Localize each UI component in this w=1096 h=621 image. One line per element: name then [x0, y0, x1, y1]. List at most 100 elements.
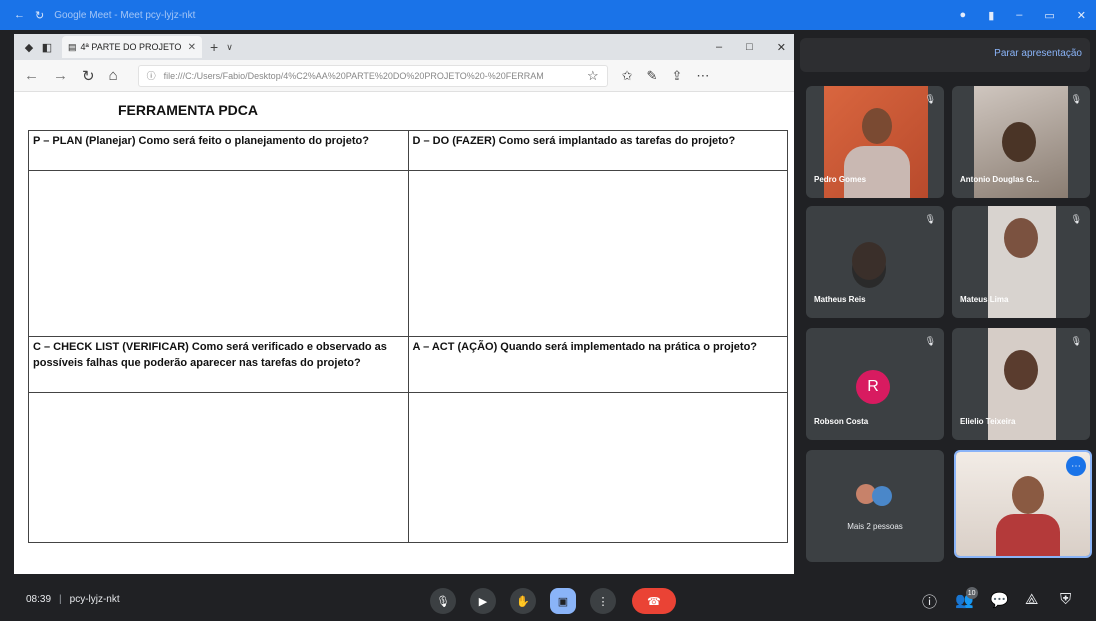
info-icon[interactable]: ⓘ	[922, 591, 937, 612]
do-cell: D – DO (FAZER) Como será implantado as t…	[407, 130, 788, 171]
mic-button[interactable]: 🎙	[430, 588, 456, 614]
act-cell: A – ACT (AÇÃO) Quando será implementado …	[407, 336, 788, 393]
meeting-time: 08:39	[26, 594, 52, 605]
more-icon: ⋮	[597, 595, 609, 608]
participant-face	[1004, 218, 1038, 258]
hand-icon: ✋	[516, 595, 530, 608]
shield-icon[interactable]: ⛨	[1060, 591, 1071, 608]
window-maximize-icon[interactable]: □	[746, 41, 753, 53]
participant-face	[1002, 122, 1036, 162]
camera-status-icon[interactable]: ▮	[988, 9, 994, 22]
participant-tile[interactable]: 🎙 Elielio Teixeira	[952, 328, 1090, 440]
chevron-down-icon[interactable]: ∨	[226, 42, 233, 53]
table-row	[28, 392, 788, 543]
check-answer-cell	[28, 392, 409, 543]
close-icon[interactable]: ✕	[1077, 9, 1086, 22]
do-answer-cell	[407, 170, 788, 337]
browser-tab[interactable]: ▤ 4ª PARTE DO PROJETO ✕	[62, 36, 202, 58]
more-options-icon[interactable]: ⋯	[1066, 456, 1086, 476]
plan-answer-cell	[28, 170, 409, 337]
url-field[interactable]: ⓘ file:///C:/Users/Fabio/Desktop/4%C2%AA…	[137, 64, 608, 87]
check-cell: C – CHECK LIST (VERIFICAR) Como será ver…	[28, 336, 409, 393]
table-row: C – CHECK LIST (VERIFICAR) Como será ver…	[28, 336, 788, 393]
camera-icon: ▶	[478, 595, 488, 608]
mic-off-icon: 🎙	[924, 214, 936, 224]
participant-tile[interactable]: 🎙 Pedro Gomes	[806, 86, 944, 198]
ellipsis-icon[interactable]: ⋯	[696, 68, 709, 84]
workspaces-icon[interactable]: ◆	[20, 38, 38, 56]
participant-tile[interactable]: 🎙 Matheus Reis	[806, 206, 944, 318]
mic-off-icon: 🎙	[924, 336, 936, 346]
window-minimize-icon[interactable]: –	[716, 41, 722, 53]
tab-label: 4ª PARTE DO PROJETO	[80, 42, 182, 52]
present-button[interactable]: ▣	[550, 588, 576, 614]
record-icon[interactable]: ●	[960, 9, 967, 21]
participant-shirt	[996, 514, 1060, 556]
more-options-button[interactable]: ⋮	[590, 588, 616, 614]
participant-tile[interactable]: 🎙 Antonio Douglas G...	[952, 86, 1090, 198]
participant-avatar: R	[856, 370, 890, 404]
participant-tile[interactable]: 🎙 Mateus Lima	[952, 206, 1090, 318]
mic-off-icon: 🎙	[1070, 214, 1082, 224]
reload-icon[interactable]: ↻	[82, 67, 95, 85]
url-text: file:///C:/Users/Fabio/Desktop/4%C2%AA%2…	[163, 70, 544, 81]
outer-window-title: Google Meet - Meet pcy-lyjz-nkt	[54, 9, 196, 21]
mic-off-icon: 🎙	[1070, 94, 1082, 104]
meeting-details: 08:39 | pcy-lyjz-nkt	[26, 594, 120, 605]
new-tab-icon[interactable]: +	[210, 39, 218, 55]
more-people-tile[interactable]: Mais 2 pessoas	[806, 450, 944, 562]
participant-name: Matheus Reis	[814, 295, 866, 304]
maximize-icon[interactable]: ▭	[1044, 9, 1054, 22]
tab-bar: ◆ ◧ ▤ 4ª PARTE DO PROJETO ✕ + ∨ – □ ✕	[14, 34, 794, 60]
outer-browser-bar: ← ↻ Google Meet - Meet pcy-lyjz-nkt ● ▮ …	[0, 0, 1096, 30]
chat-icon[interactable]: 💬	[990, 591, 1009, 609]
participant-avatar	[872, 486, 892, 506]
pdca-table: P – PLAN (Planejar) Como será feito o pl…	[28, 130, 788, 543]
share-icon[interactable]: ⇪	[671, 68, 682, 84]
participant-name: Pedro Gomes	[814, 175, 867, 184]
participant-name: Antonio Douglas G...	[960, 175, 1040, 184]
info-circle-icon[interactable]: ⓘ	[147, 69, 156, 82]
pen-icon[interactable]: ✎	[647, 68, 658, 84]
participant-face	[1012, 476, 1044, 514]
mic-off-icon: 🎙	[924, 94, 936, 104]
raise-hand-button[interactable]: ✋	[510, 588, 536, 614]
participant-name: Robson Costa	[814, 417, 869, 426]
star-icon[interactable]: ☆	[587, 68, 599, 84]
participant-tile[interactable]: R 🎙 Robson Costa	[806, 328, 944, 440]
activities-icon[interactable]: ⟁	[1025, 591, 1038, 608]
present-icon: ▣	[557, 595, 569, 608]
participant-avatar	[852, 242, 886, 280]
tab-actions-icon[interactable]: ◧	[38, 38, 56, 56]
document-title: FERRAMENTA PDCA	[118, 102, 258, 118]
camera-button[interactable]: ▶	[470, 588, 496, 614]
nav-forward-icon[interactable]: →	[53, 67, 68, 84]
back-icon[interactable]: ←	[14, 9, 25, 21]
home-icon[interactable]: ⌂	[109, 67, 118, 84]
participant-face	[862, 108, 892, 144]
favorites-icon[interactable]: ✩	[622, 68, 633, 84]
participant-name: Elielio Teixeira	[960, 417, 1016, 426]
window-close-icon[interactable]: ✕	[777, 41, 786, 54]
meeting-code: pcy-lyjz-nkt	[69, 594, 120, 605]
presented-window: ◆ ◧ ▤ 4ª PARTE DO PROJETO ✕ + ∨ – □ ✕ ← …	[14, 34, 794, 574]
mic-icon: 🎙	[436, 595, 450, 608]
screen: ← ↻ Google Meet - Meet pcy-lyjz-nkt ● ▮ …	[0, 0, 1096, 621]
refresh-icon[interactable]: ↻	[35, 9, 44, 22]
people-count-badge: 10	[965, 587, 978, 599]
meeting-controls-bar: 08:39 | pcy-lyjz-nkt 🎙 ▶ ✋ ▣ ⋮ ☎ ⓘ 👥 10 💬 ⟁…	[0, 580, 1096, 621]
table-row	[28, 170, 788, 337]
hangup-button[interactable]: ☎	[632, 588, 676, 614]
participant-name: Mateus Lima	[960, 295, 1009, 304]
act-answer-cell	[407, 392, 788, 543]
self-view-tile[interactable]: ⋯	[954, 450, 1092, 558]
minimize-icon[interactable]: –	[1016, 9, 1022, 21]
stop-presenting-bar: Parar apresentação	[800, 38, 1090, 72]
hangup-icon: ☎	[647, 595, 661, 608]
table-row: P – PLAN (Planejar) Como será feito o pl…	[28, 130, 788, 171]
document-page: FERRAMENTA PDCA P – PLAN (Planejar) Como…	[14, 92, 794, 574]
nav-back-icon[interactable]: ←	[24, 67, 39, 84]
tab-close-icon[interactable]: ✕	[188, 42, 196, 53]
stop-presenting-button[interactable]: Parar apresentação	[994, 48, 1082, 59]
people-icon[interactable]: 👥 10	[955, 587, 978, 609]
